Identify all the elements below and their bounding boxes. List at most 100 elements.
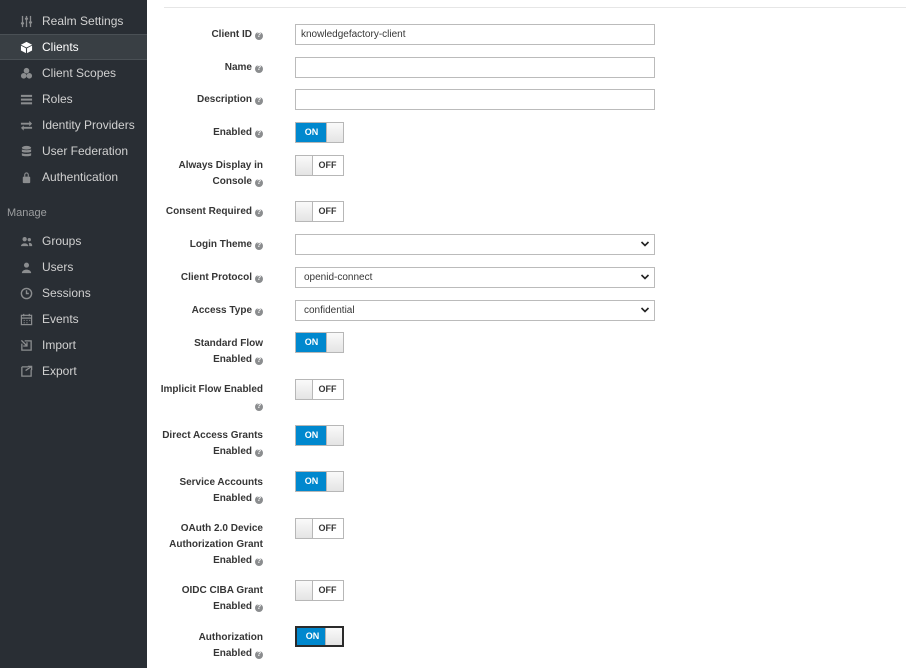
sidebar-item-label: Identity Providers: [42, 118, 135, 132]
oauth-device-toggle[interactable]: OFF: [295, 518, 344, 539]
consent-required-toggle[interactable]: OFF: [295, 201, 344, 222]
sidebar-item-import[interactable]: Import: [0, 332, 147, 358]
sidebar-item-label: User Federation: [42, 144, 129, 158]
help-icon[interactable]: ?: [255, 496, 263, 504]
standard-flow-toggle[interactable]: ON: [295, 332, 344, 353]
toggle-state: ON: [296, 333, 327, 352]
help-icon[interactable]: ?: [255, 357, 263, 365]
help-icon[interactable]: ?: [255, 97, 263, 105]
help-icon[interactable]: ?: [255, 558, 263, 566]
toggle-state: ON: [297, 628, 328, 645]
toggle-state: OFF: [318, 206, 337, 216]
sidebar-item-users[interactable]: Users: [0, 254, 147, 280]
chevron-down-icon: [640, 274, 650, 280]
enabled-toggle[interactable]: ON: [295, 122, 344, 143]
sidebar-item-label: Client Scopes: [42, 66, 117, 80]
sidebar-item-label: Import: [42, 338, 77, 352]
standard-flow-label: Standard Flow Enabled?: [194, 338, 263, 365]
toggle-state: ON: [296, 426, 327, 445]
client-id-input[interactable]: knowledgefactory-client: [295, 24, 655, 45]
sidebar-item-label: Roles: [42, 92, 73, 106]
client-id-label: Client ID?: [211, 29, 263, 40]
help-icon[interactable]: ?: [255, 403, 263, 411]
authorization-toggle[interactable]: ON: [295, 626, 344, 647]
help-icon[interactable]: ?: [255, 130, 263, 138]
sidebar-item-export[interactable]: Export: [0, 358, 147, 384]
cube-icon: [19, 40, 33, 54]
sidebar-item-label: Realm Settings: [42, 14, 124, 28]
sidebar-item-label: Export: [42, 364, 77, 378]
help-icon[interactable]: ?: [255, 209, 263, 217]
help-icon[interactable]: ?: [255, 449, 263, 457]
sidebar-item-label: Groups: [42, 234, 82, 248]
client-protocol-select[interactable]: openid-connect: [295, 267, 655, 288]
help-icon[interactable]: ?: [255, 179, 263, 187]
toggle-knob: [296, 380, 313, 399]
description-input[interactable]: [295, 89, 655, 110]
help-icon[interactable]: ?: [255, 275, 263, 283]
toggle-knob: [326, 472, 343, 491]
always-display-toggle[interactable]: OFF: [295, 155, 344, 176]
toggle-state: ON: [296, 472, 327, 491]
name-label: Name?: [224, 62, 263, 73]
help-icon[interactable]: ?: [255, 65, 263, 73]
sidebar-item-sessions[interactable]: Sessions: [0, 280, 147, 306]
name-input[interactable]: [295, 57, 655, 78]
sidebar-item-roles[interactable]: Roles: [0, 86, 147, 112]
select-value: openid-connect: [304, 272, 373, 283]
direct-access-toggle[interactable]: ON: [295, 425, 344, 446]
sidebar-item-client-scopes[interactable]: Client Scopes: [0, 60, 147, 86]
description-label: Description?: [196, 94, 263, 105]
clock-icon: [19, 286, 33, 300]
sidebar-item-label: Authentication: [42, 170, 119, 184]
oidc-ciba-label: OIDC CIBA Grant Enabled?: [181, 585, 263, 612]
toggle-state: OFF: [318, 384, 337, 394]
client-settings-form: Client ID? knowledgefactory-client Name?…: [147, 0, 906, 668]
cubes-icon: [19, 66, 33, 80]
help-icon[interactable]: ?: [255, 651, 263, 659]
toggle-state: OFF: [318, 523, 337, 533]
consent-required-label: Consent Required?: [165, 206, 263, 217]
access-type-select[interactable]: confidential: [295, 300, 655, 321]
toggle-knob: [325, 628, 342, 645]
chevron-down-icon: [640, 241, 650, 247]
oidc-ciba-toggle[interactable]: OFF: [295, 580, 344, 601]
manage-section-label: Manage: [7, 207, 47, 219]
sidebar-item-authentication[interactable]: Authentication: [0, 164, 147, 190]
import-icon: [19, 338, 33, 352]
database-icon: [19, 144, 33, 158]
sidebar-item-groups[interactable]: Groups: [0, 228, 147, 254]
implicit-flow-label: Implicit Flow Enabled?: [160, 384, 263, 411]
list-icon: [19, 92, 33, 106]
sidebar: Realm Settings Clients Client Scopes Rol…: [0, 0, 147, 668]
sidebar-item-label: Clients: [42, 40, 79, 54]
exchange-icon: [19, 118, 33, 132]
help-icon[interactable]: ?: [255, 32, 263, 40]
sidebar-item-label: Events: [42, 312, 79, 326]
sidebar-item-clients[interactable]: Clients: [0, 34, 147, 60]
user-icon: [19, 260, 33, 274]
service-accounts-toggle[interactable]: ON: [295, 471, 344, 492]
export-icon: [19, 364, 33, 378]
users-icon: [19, 234, 33, 248]
toggle-knob: [326, 426, 343, 445]
toggle-state: ON: [296, 123, 327, 142]
oauth-device-label: OAuth 2.0 Device Authorization Grant Enabl…: [169, 523, 263, 566]
implicit-flow-toggle[interactable]: OFF: [295, 379, 344, 400]
login-theme-select[interactable]: [295, 234, 655, 255]
help-icon[interactable]: ?: [255, 242, 263, 250]
sidebar-item-events[interactable]: Events: [0, 306, 147, 332]
sidebar-item-identity-providers[interactable]: Identity Providers: [0, 112, 147, 138]
sidebar-item-user-federation[interactable]: User Federation: [0, 138, 147, 164]
select-value: confidential: [304, 305, 355, 316]
sidebar-item-label: Users: [42, 260, 74, 274]
toggle-knob: [326, 333, 343, 352]
help-icon[interactable]: ?: [255, 604, 263, 612]
toggle-knob: [326, 123, 343, 142]
sidebar-item-realm-settings[interactable]: Realm Settings: [0, 8, 147, 34]
lock-icon: [19, 170, 33, 184]
toggle-knob: [296, 156, 313, 175]
help-icon[interactable]: ?: [255, 308, 263, 316]
login-theme-label: Login Theme?: [189, 239, 263, 250]
always-display-label: Always Display in Console?: [178, 160, 263, 187]
